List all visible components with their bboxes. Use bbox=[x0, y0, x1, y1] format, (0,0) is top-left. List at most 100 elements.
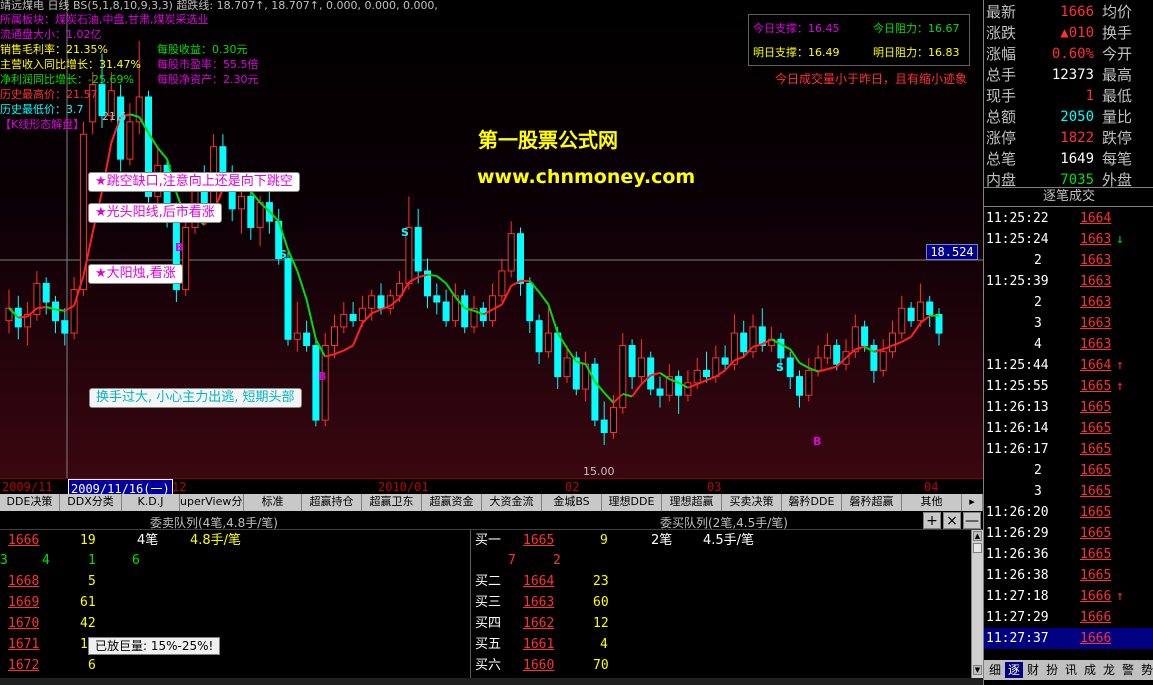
tick-trades-title[interactable]: 逐笔成交 bbox=[984, 187, 1153, 207]
tick-time: 11:27:29 bbox=[986, 610, 1049, 625]
tab-other[interactable]: 其他 bbox=[902, 494, 962, 511]
buy-level-label: 买三 bbox=[475, 595, 502, 610]
tick-time: 11:26:17 bbox=[986, 442, 1049, 457]
quote-bottom-tab[interactable]: 讯 bbox=[1062, 662, 1080, 678]
quote-label: 量比 bbox=[1102, 108, 1133, 126]
tab-panjin-chaoying[interactable]: 磐矜超赢 bbox=[842, 494, 902, 511]
nav-info: 每股净资产：2.30元 bbox=[157, 73, 259, 86]
queue-scrollbar[interactable]: ▲ ▼ bbox=[971, 530, 983, 678]
tick-trade-row[interactable]: 11:26:36 1665 bbox=[984, 544, 1153, 565]
close-panel-button[interactable]: × bbox=[943, 512, 961, 529]
tick-time: 11:27:37 bbox=[986, 631, 1049, 646]
quote-bottom-tab[interactable]: 成 bbox=[1081, 662, 1099, 678]
candlestick bbox=[591, 357, 599, 427]
tick-trade-row[interactable]: 3 1665 bbox=[984, 481, 1153, 502]
sell-level-price: 1669 bbox=[8, 595, 40, 610]
eps-info: 每股收益：0.30元 bbox=[157, 43, 248, 56]
quote-bottom-tab[interactable]: 逐 bbox=[1005, 662, 1023, 678]
tab-scroll-right[interactable]: ▸ bbox=[962, 494, 983, 511]
buy-level-label: 买二 bbox=[475, 574, 502, 589]
candle-body bbox=[433, 295, 441, 303]
sell-level-volume: 61 bbox=[80, 595, 96, 610]
candle-body bbox=[563, 357, 571, 378]
tab-standard[interactable]: 标准 bbox=[244, 494, 302, 511]
moving-average-segment bbox=[799, 362, 810, 369]
tick-trade-row[interactable]: 11:25:39 1663 bbox=[984, 271, 1153, 292]
expand-button[interactable]: + bbox=[923, 512, 941, 529]
tab-big-capital-flow[interactable]: 大资金流 bbox=[482, 494, 542, 511]
scroll-thumb[interactable] bbox=[973, 543, 982, 553]
tick-trade-row[interactable]: 4 1663 bbox=[984, 334, 1153, 355]
scroll-down-arrow-icon[interactable]: ▼ bbox=[973, 665, 982, 675]
tick-trade-row[interactable]: 11:26:13 1665 bbox=[984, 397, 1153, 418]
tab-dde-decision[interactable]: DDE决策 bbox=[0, 494, 60, 511]
quote-bottom-tab[interactable]: 警 bbox=[1119, 662, 1137, 678]
buy-queue-panel: 买一 1665 9 2笔 4.5手/笔 7 2 买二 1664 23 买三 16… bbox=[471, 530, 983, 678]
tab-kdj[interactable]: K.D.J bbox=[122, 494, 180, 511]
candle-body bbox=[117, 96, 125, 160]
tab-panjin-dde[interactable]: 磐矜DDE bbox=[782, 494, 842, 511]
tick-trade-row[interactable]: 11:26:17 1665 bbox=[984, 439, 1153, 460]
tick-time: 11:25:44 bbox=[986, 358, 1049, 373]
kline-pattern-tag: 【K线形态解盘】 bbox=[0, 118, 85, 131]
tab-ddx-category[interactable]: DDX分类 bbox=[60, 494, 122, 511]
buy-one-label: 买一 bbox=[475, 533, 502, 548]
sell-queue-order: 1 bbox=[88, 553, 96, 568]
tick-trade-row[interactable]: 11:26:14 1665 bbox=[984, 418, 1153, 439]
tick-trade-row[interactable]: 11:26:29 1665 bbox=[984, 523, 1153, 544]
tab-superview[interactable]: uperView分析 bbox=[180, 494, 244, 511]
candle-body bbox=[498, 270, 506, 297]
tick-trade-row[interactable]: 11:27:29 1666 bbox=[984, 607, 1153, 628]
candle-body bbox=[637, 357, 645, 378]
moving-average-segment bbox=[343, 344, 354, 352]
tick-price: 1664 bbox=[1080, 358, 1112, 373]
quote-label: 换手 bbox=[1102, 24, 1133, 42]
tab-ideal-dde[interactable]: 理想DDE bbox=[602, 494, 662, 511]
minimize-panel-button[interactable]: — bbox=[963, 512, 981, 529]
candlestick bbox=[675, 370, 683, 414]
tick-trade-row[interactable]: 2 1663 bbox=[984, 292, 1153, 313]
tick-trade-row[interactable]: 3 1663 bbox=[984, 313, 1153, 334]
tick-trade-row[interactable]: 11:25:44 1664 ↑ bbox=[984, 355, 1153, 376]
candle-body bbox=[610, 407, 617, 434]
tick-trade-row[interactable]: 11:27:37 1666 bbox=[984, 628, 1153, 649]
tick-trade-row[interactable]: 11:26:38 1665 bbox=[984, 565, 1153, 586]
candle-body bbox=[303, 332, 311, 347]
quote-value: 12373 bbox=[1051, 67, 1094, 83]
tab-ideal-chaoying[interactable]: 理想超赢 bbox=[662, 494, 722, 511]
moving-average-segment bbox=[547, 304, 559, 334]
tick-trade-row[interactable]: 11:25:55 1665 ↑ bbox=[984, 376, 1153, 397]
quote-bottom-tab[interactable]: 扮 bbox=[1043, 662, 1061, 678]
tab-jincheng-bs[interactable]: 金城BS bbox=[542, 494, 602, 511]
candle-body bbox=[712, 357, 720, 378]
scroll-up-arrow-icon[interactable]: ▲ bbox=[973, 531, 982, 541]
tick-trade-row[interactable]: 11:26:20 1665 bbox=[984, 502, 1153, 523]
tick-time: 2 bbox=[1034, 295, 1042, 310]
tab-chaoying-capital[interactable]: 超赢资金 bbox=[422, 494, 482, 511]
quote-label: 跌停 bbox=[1102, 129, 1133, 147]
tick-trade-row[interactable]: 2 1663 bbox=[984, 250, 1153, 271]
candlestick bbox=[451, 283, 459, 327]
moving-average-segment bbox=[427, 273, 437, 277]
tick-trade-row[interactable]: 11:25:24 1663 ↓ bbox=[984, 229, 1153, 250]
candlestick bbox=[870, 339, 878, 383]
quote-bottom-tab[interactable]: 财 bbox=[1024, 662, 1042, 678]
tick-price: 1664 bbox=[1080, 211, 1112, 226]
buy-one-price: 1665 bbox=[523, 533, 555, 548]
quote-bottom-tab[interactable]: 细 bbox=[986, 662, 1004, 678]
quote-label: 现手 bbox=[986, 87, 1017, 105]
tick-time: 11:26:20 bbox=[986, 505, 1049, 520]
quote-bottom-tab[interactable]: 龙 bbox=[1100, 662, 1118, 678]
tick-trade-row[interactable]: 11:25:22 1664 bbox=[984, 208, 1153, 229]
tick-trade-row[interactable]: 2 1665 bbox=[984, 460, 1153, 481]
tick-price: 1663 bbox=[1080, 274, 1112, 289]
kline-chart-panel[interactable]: 靖远煤电 日线 BS(5,1,8,10,9,3,3) 超跌线: 18.707↑,… bbox=[0, 0, 983, 478]
moving-average-segment bbox=[157, 147, 168, 160]
tick-trade-row[interactable]: 11:27:18 1666 ↑ bbox=[984, 586, 1153, 607]
candlestick bbox=[535, 314, 543, 365]
tab-trade-decision[interactable]: 买卖决策 bbox=[722, 494, 782, 511]
tab-chaoying-weidong[interactable]: 超赢卫东 bbox=[362, 494, 422, 511]
quote-bottom-tab[interactable]: 势 bbox=[1138, 662, 1153, 678]
down-arrow-icon: ↓ bbox=[1116, 232, 1124, 247]
tab-chaoying-position[interactable]: 超赢持仓 bbox=[302, 494, 362, 511]
